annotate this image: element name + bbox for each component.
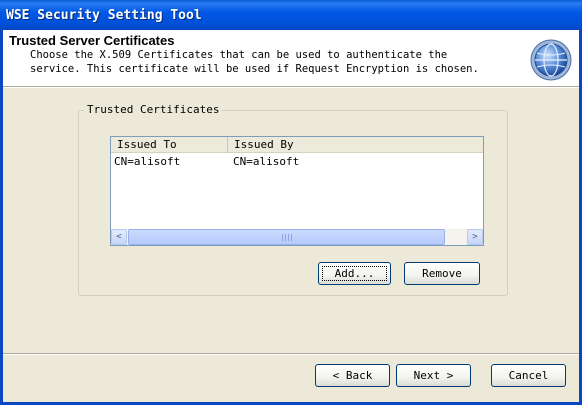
cancel-button-label: Cancel (508, 369, 549, 382)
remove-button-label: Remove (422, 267, 462, 280)
window-title: WSE Security Setting Tool (6, 8, 202, 23)
wizard-window: WSE Security Setting Tool Trusted Server… (0, 0, 582, 405)
group-label: Trusted Certificates (84, 103, 223, 116)
cell-issued-to: CN=alisoft (114, 155, 181, 168)
list-header: Issued To Issued By (111, 137, 483, 153)
scroll-right-button[interactable]: > (467, 229, 483, 245)
back-button-label: < Back (332, 369, 373, 382)
title-bar[interactable]: WSE Security Setting Tool (0, 0, 582, 30)
focus-rectangle (322, 266, 387, 281)
scroll-thumb[interactable] (128, 229, 445, 245)
list-item[interactable]: CN=alisoft CN=alisoft (111, 155, 483, 169)
chevron-right-icon: > (472, 232, 478, 242)
page-description: Choose the X.509 Certificates that can b… (30, 49, 479, 75)
horizontal-scrollbar[interactable]: < > (111, 229, 483, 245)
cancel-button[interactable]: Cancel (491, 364, 566, 387)
column-header-issued-to[interactable]: Issued To (111, 137, 228, 153)
header-divider-highlight (3, 87, 579, 88)
grip-icon (282, 234, 292, 241)
next-button-label: Next > (413, 369, 454, 382)
scroll-left-button[interactable]: < (111, 229, 127, 245)
certificate-list[interactable]: Issued To Issued By CN=alisoft CN=alisof… (110, 136, 484, 246)
back-button[interactable]: < Back (315, 364, 390, 387)
next-button[interactable]: Next > (396, 364, 471, 387)
remove-button[interactable]: Remove (404, 262, 480, 285)
add-button[interactable]: Add... (318, 262, 391, 285)
header-panel: Trusted Server Certificates Choose the X… (3, 30, 579, 86)
chevron-left-icon: < (116, 232, 122, 242)
globe-icon (530, 39, 572, 81)
column-header-issued-by[interactable]: Issued By (228, 137, 483, 153)
cell-issued-by: CN=alisoft (233, 155, 300, 168)
footer-divider-highlight (3, 354, 579, 355)
page-title: Trusted Server Certificates (9, 33, 175, 48)
